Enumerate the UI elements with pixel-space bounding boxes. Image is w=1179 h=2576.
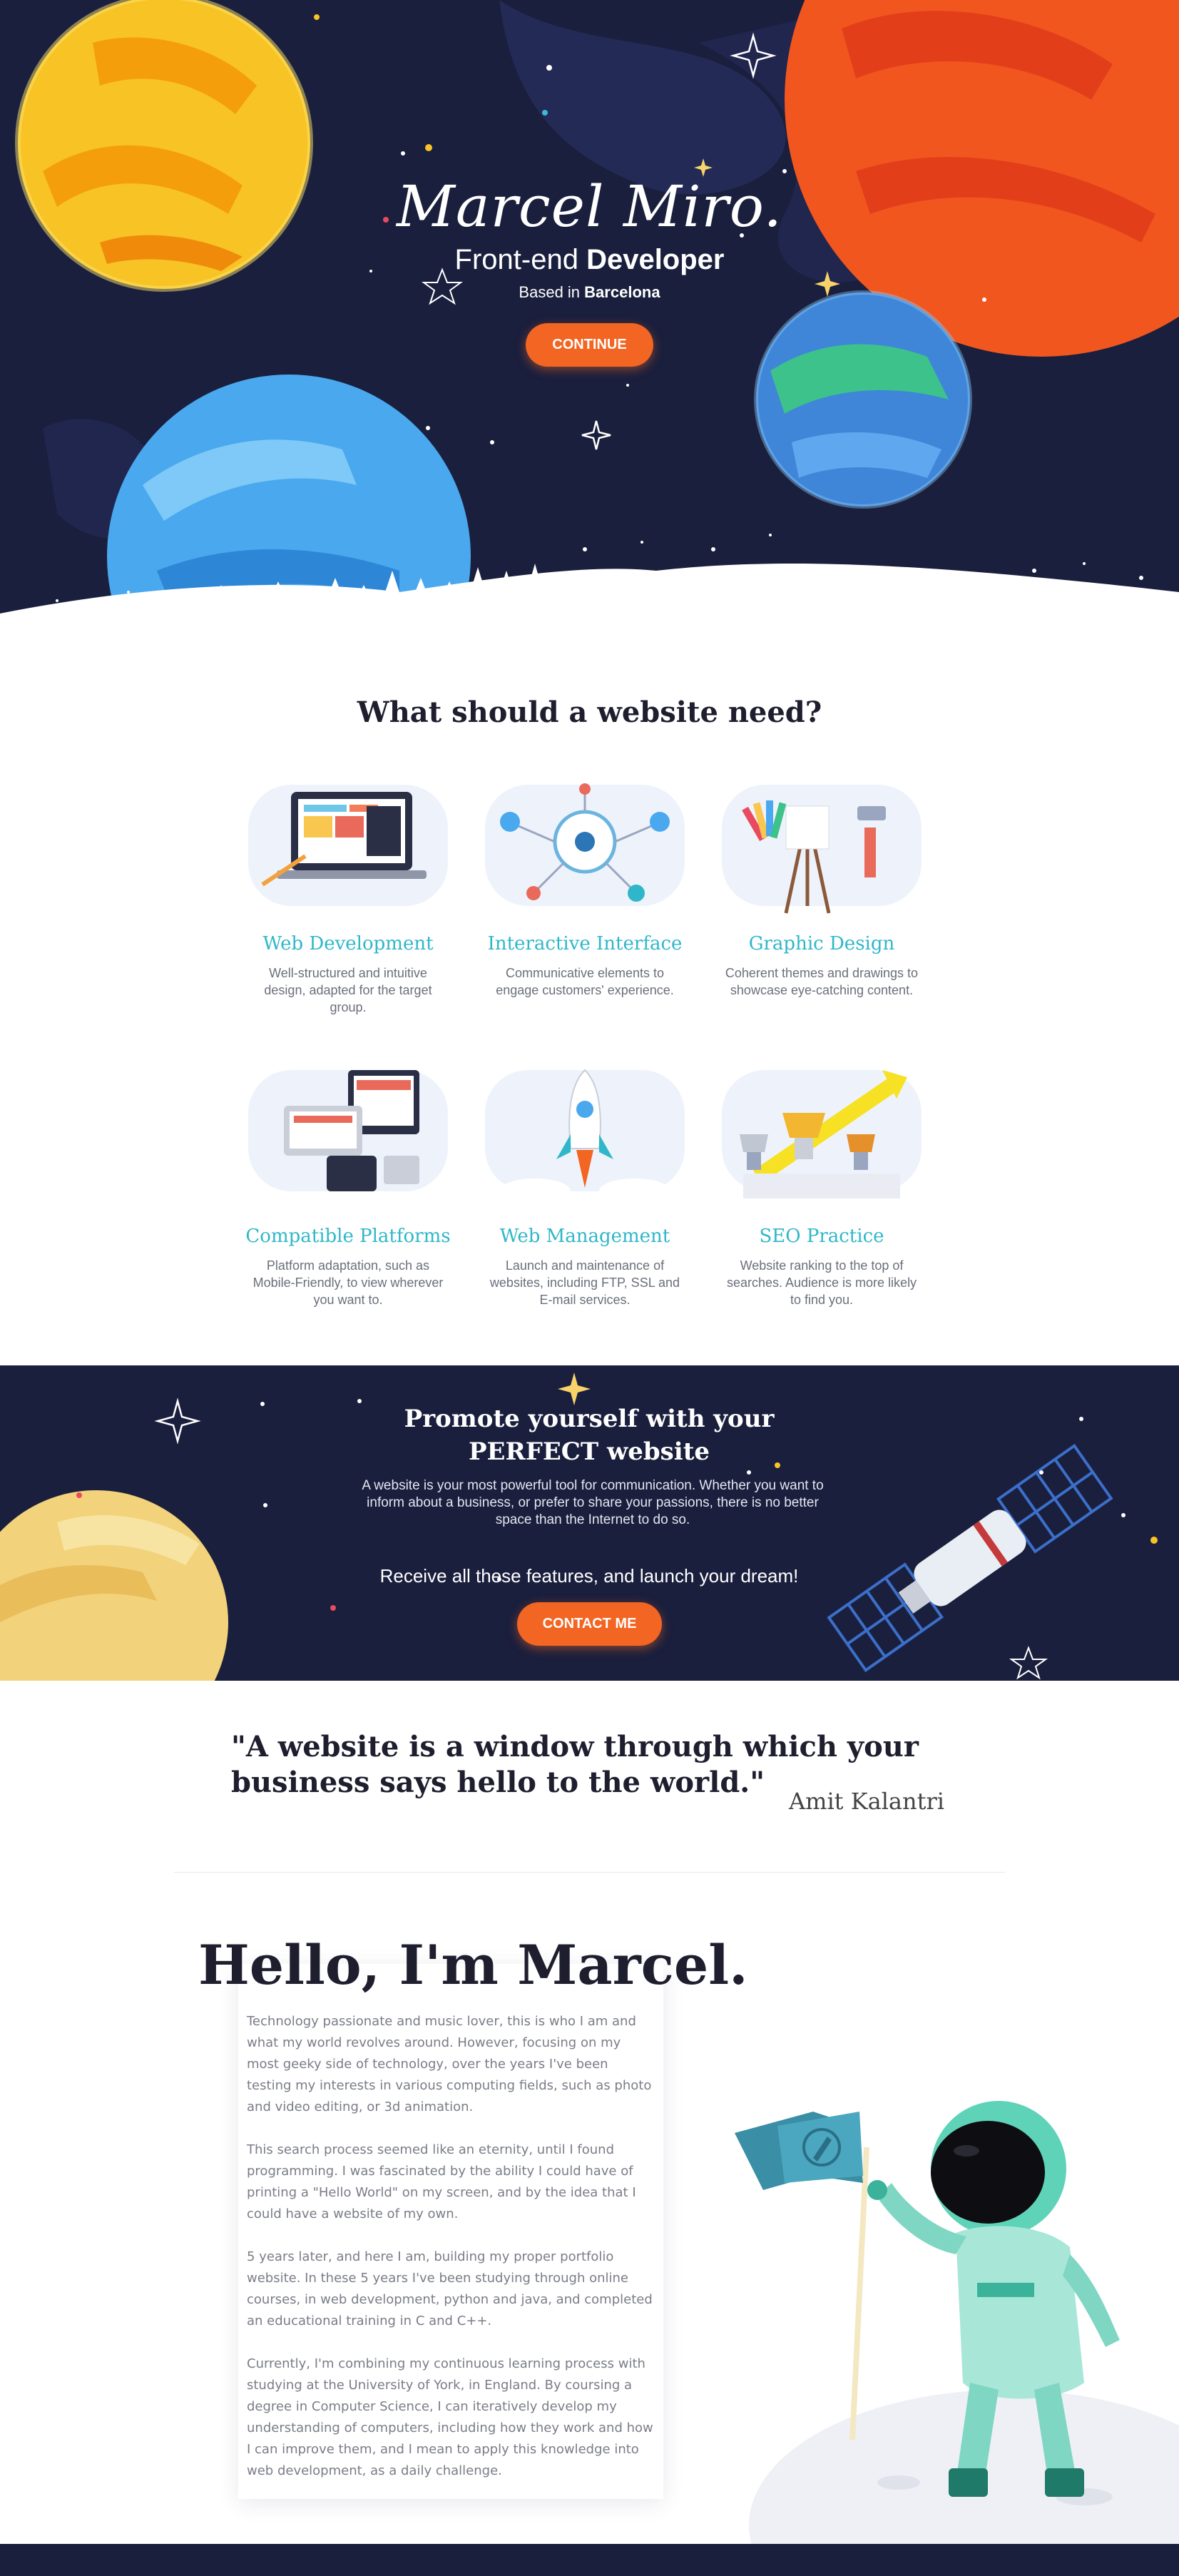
- sparkle-icon: [581, 420, 611, 450]
- quote-author: Amit Kalantri: [788, 1788, 944, 1815]
- easel-palette-icon: [715, 763, 929, 920]
- hero-role-bold: Developer: [586, 244, 725, 275]
- feature-title: Web Management: [499, 1226, 670, 1247]
- feature-description: Communicative elements to engage custome…: [496, 966, 674, 997]
- hero-role-prefix: Front-end: [454, 244, 578, 275]
- quote-section: "A website is a window through which you…: [231, 1729, 944, 1815]
- feature-title: Compatible Platforms: [245, 1226, 451, 1247]
- features-section: What should a website need? Web Developm…: [0, 671, 1179, 1370]
- hero-location-city: Barcelona: [584, 283, 660, 301]
- feature-title: SEO Practice: [759, 1226, 884, 1247]
- feature-card: Interactive Interface Communicative elem…: [478, 763, 692, 999]
- section-divider: [174, 1872, 1005, 1873]
- features-heading: What should a website need?: [357, 696, 822, 729]
- hero-location-prefix: Based in: [519, 283, 581, 301]
- continue-button[interactable]: CONTINUE: [526, 323, 653, 367]
- feature-description: Launch and maintenance of websites, incl…: [489, 1258, 680, 1307]
- feature-card: Web Management Launch and maintenance of…: [478, 1056, 692, 1308]
- feature-description: Platform adaptation, such as Mobile-Frie…: [252, 1258, 444, 1307]
- feature-title: Interactive Interface: [487, 933, 683, 954]
- feature-title: Web Development: [262, 933, 434, 954]
- about-card: Technology passionate and music lover, t…: [238, 1964, 663, 2499]
- hero-role: Front-end Developer: [0, 244, 1179, 276]
- hero-location: Based in Barcelona: [0, 283, 1179, 302]
- feature-title: Graphic Design: [748, 933, 895, 954]
- about-paragraph: Technology passionate and music lover, t…: [247, 2014, 652, 2114]
- feature-card: Graphic Design Coherent themes and drawi…: [715, 763, 929, 999]
- footer-bar: [0, 2544, 1179, 2576]
- trophy-podium-icon: [715, 1056, 929, 1213]
- promo-section: Promote yourself with your PERFECT websi…: [0, 1365, 1179, 1681]
- star-outline-icon: [1009, 1646, 1048, 1680]
- contact-me-button[interactable]: CONTACT ME: [516, 1602, 663, 1646]
- cream-planet-icon: [0, 1490, 228, 1681]
- about-title: Hello, I'm Marcel.: [198, 1933, 748, 1997]
- laptop-design-icon: [241, 763, 455, 920]
- rocket-icon: [478, 1056, 692, 1213]
- multi-device-icon: [241, 1056, 455, 1213]
- astronaut-flag-icon: [735, 2101, 1179, 2544]
- feature-description: Coherent themes and drawings to showcase…: [725, 966, 919, 997]
- promo-tagline: Receive all these features, and launch y…: [379, 1565, 799, 1587]
- feature-description: Well-structured and intuitive design, ad…: [264, 966, 432, 1014]
- promo-body: A website is your most powerful tool for…: [362, 1478, 824, 1527]
- feature-card: Compatible Platforms Platform adaptation…: [241, 1056, 455, 1308]
- network-hub-icon: [478, 763, 692, 920]
- promo-heading: Promote yourself with your PERFECT websi…: [404, 1405, 775, 1466]
- sparkle-icon: [154, 1398, 201, 1445]
- about-paragraph: 5 years later, and here I am, building m…: [247, 2249, 653, 2328]
- hero-section: Marcel Miro. Front-end Developer Based i…: [0, 0, 1179, 656]
- about-paragraph: Currently, I'm combining my continuous l…: [247, 2356, 653, 2478]
- about-paragraph: This search process seemed like an etern…: [247, 2142, 636, 2221]
- feature-description: Website ranking to the top of searches. …: [726, 1258, 917, 1307]
- sparkle-icon: [558, 1373, 591, 1405]
- feature-card: Web Development Well-structured and intu…: [241, 763, 455, 1016]
- hero-name: Marcel Miro.: [397, 173, 782, 240]
- feature-card: SEO Practice Website ranking to the top …: [715, 1056, 929, 1308]
- hero-intro: Marcel Miro. Front-end Developer Based i…: [0, 178, 1179, 367]
